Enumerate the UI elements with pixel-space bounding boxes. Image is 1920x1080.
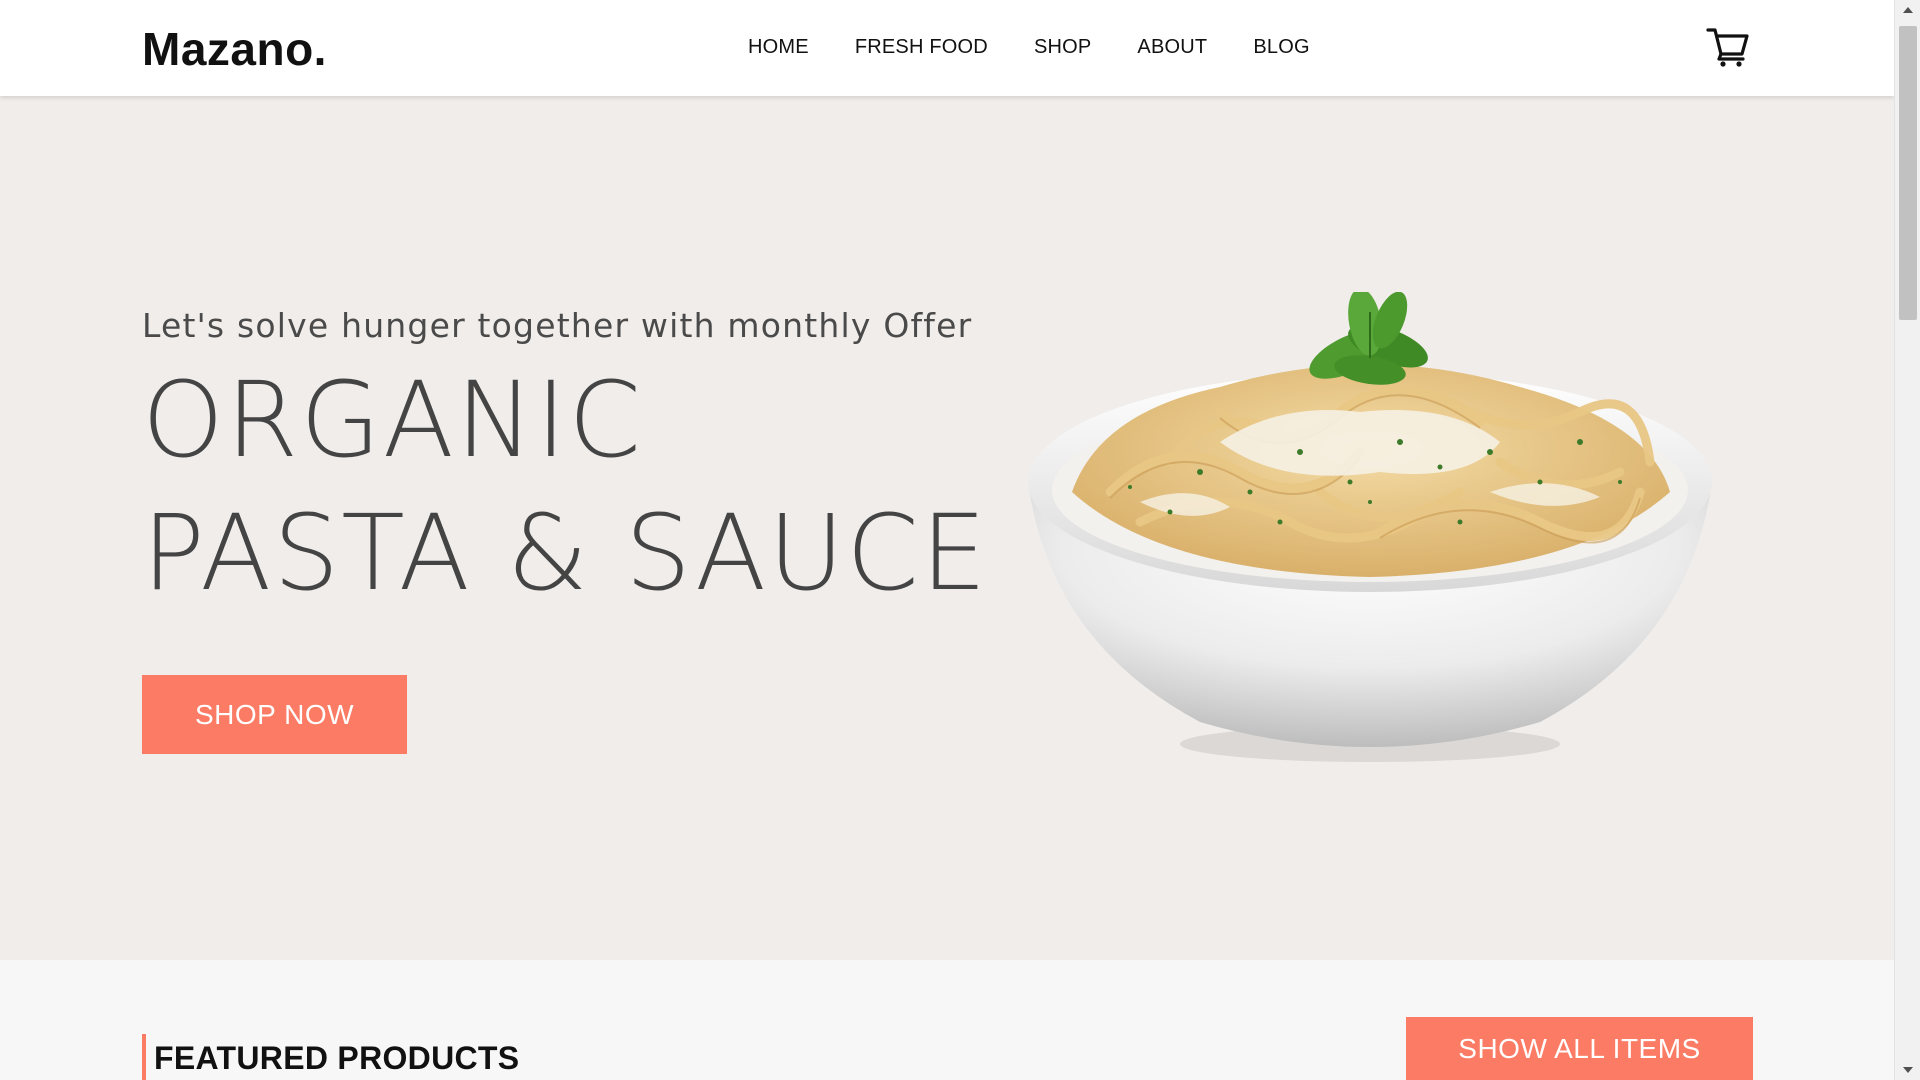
scroll-down-arrow-icon[interactable] [1895, 1060, 1920, 1080]
nav-item-home[interactable]: HOME [748, 36, 809, 59]
brand-logo[interactable]: Mazano. [142, 22, 327, 76]
nav-item-fresh-food[interactable]: FRESH FOOD [855, 36, 988, 59]
page: Mazano. HOME FRESH FOOD SHOP ABOUT BLOG … [0, 0, 1894, 1080]
hero-banner: Let's solve hunger together with monthly… [0, 96, 1894, 960]
featured-products-heading: FEATURED PRODUCTS [154, 1040, 520, 1076]
main-nav: HOME FRESH FOOD SHOP ABOUT BLOG [748, 36, 1310, 59]
nav-item-blog[interactable]: BLOG [1253, 36, 1309, 59]
shop-now-button[interactable]: SHOP NOW [142, 675, 407, 754]
pasta-bowl-image [1020, 288, 1720, 772]
hero-title-line-1: ORGANIC [142, 359, 643, 481]
show-all-items-button[interactable]: SHOW ALL ITEMS [1406, 1017, 1753, 1080]
nav-item-shop[interactable]: SHOP [1034, 36, 1091, 59]
shopping-cart-icon[interactable] [1706, 26, 1750, 68]
section-accent-bar [142, 1034, 146, 1080]
hero-subtitle: Let's solve hunger together with monthly… [142, 306, 973, 345]
scroll-up-arrow-icon[interactable] [1895, 0, 1920, 20]
vertical-scrollbar[interactable] [1894, 0, 1920, 1080]
scrollbar-thumb[interactable] [1899, 26, 1917, 320]
nav-item-about[interactable]: ABOUT [1137, 36, 1207, 59]
site-header: Mazano. HOME FRESH FOOD SHOP ABOUT BLOG [0, 0, 1894, 96]
featured-products-section: FEATURED PRODUCTS SHOW ALL ITEMS [0, 960, 1894, 1080]
hero-title-line-2: PASTA & SAUCE [142, 492, 989, 614]
